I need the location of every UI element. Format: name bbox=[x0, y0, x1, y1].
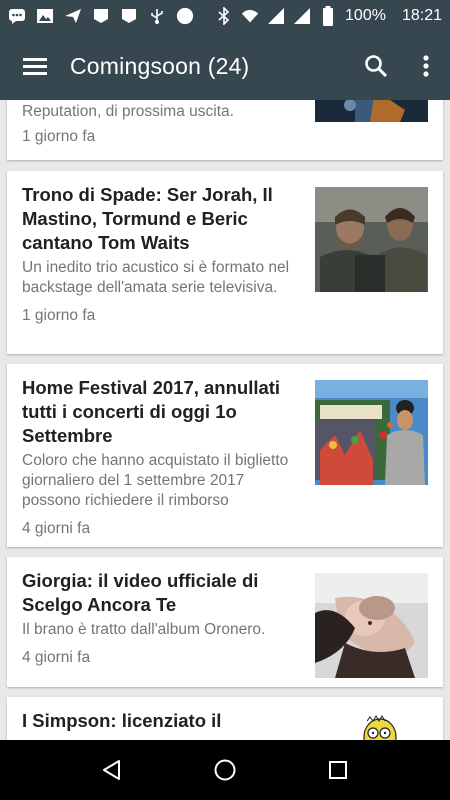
article-description: Coloro che hanno acquistato il biglietto… bbox=[22, 452, 289, 509]
battery-icon bbox=[319, 6, 337, 26]
search-icon bbox=[365, 55, 388, 78]
article-description: Il brano è tratto dall'album Oronero. bbox=[22, 621, 266, 638]
article-card[interactable]: Home Festival 2017, annullati tutti i co… bbox=[7, 364, 443, 547]
overflow-menu-button[interactable] bbox=[402, 32, 450, 100]
send-notification-icon bbox=[64, 8, 82, 24]
article-card[interactable]: I Simpson: licenziato il bbox=[7, 697, 443, 740]
bluetooth-icon bbox=[215, 7, 233, 25]
article-time: 1 giorno fa bbox=[22, 307, 96, 324]
article-list: Reputation, di prossima uscita. 1 giorno… bbox=[0, 100, 450, 740]
signal-icon bbox=[293, 8, 311, 24]
image-notification-icon bbox=[36, 8, 54, 24]
circle-notification-icon bbox=[176, 7, 194, 25]
battery-percentage: 100% bbox=[345, 7, 386, 24]
menu-button[interactable] bbox=[0, 32, 70, 100]
article-thumbnail bbox=[315, 100, 428, 122]
article-description: Reputation, di prossima uscita. bbox=[22, 103, 234, 120]
navigation-bar bbox=[0, 740, 450, 800]
recents-button[interactable] bbox=[318, 750, 358, 790]
article-thumbnail bbox=[315, 573, 428, 678]
back-button[interactable] bbox=[92, 750, 132, 790]
article-thumbnail bbox=[315, 187, 428, 292]
article-card[interactable]: Trono di Spade: Ser Jorah, Il Mastino, T… bbox=[7, 171, 443, 354]
article-time: 4 giorni fa bbox=[22, 520, 91, 537]
recents-square-icon bbox=[329, 761, 348, 779]
shield-notification-icon bbox=[92, 8, 110, 24]
article-title: I Simpson: licenziato il bbox=[22, 710, 222, 731]
article-thumbnail bbox=[315, 380, 428, 485]
article-thumbnail bbox=[315, 713, 428, 740]
more-vert-icon bbox=[423, 55, 429, 77]
article-title: Giorgia: il video ufficiale di Scelgo An… bbox=[22, 570, 259, 615]
article-title: Trono di Spade: Ser Jorah, Il Mastino, T… bbox=[22, 184, 273, 253]
chat-notification-icon bbox=[8, 8, 26, 24]
article-time: 4 giorni fa bbox=[22, 649, 91, 666]
article-time: 1 giorno fa bbox=[22, 128, 96, 145]
article-description: Un inedito trio acustico si è formato ne… bbox=[22, 259, 290, 296]
wifi-icon bbox=[241, 8, 259, 24]
clock: 18:21 bbox=[401, 7, 442, 24]
article-card[interactable]: Giorgia: il video ufficiale di Scelgo An… bbox=[7, 557, 443, 687]
app-title: Comingsoon (24) bbox=[70, 52, 250, 79]
home-circle-icon bbox=[214, 759, 236, 781]
app-bar: Comingsoon (24) bbox=[0, 32, 450, 100]
hamburger-menu-icon bbox=[23, 58, 47, 75]
signal-icon bbox=[267, 8, 285, 24]
home-button[interactable] bbox=[205, 750, 245, 790]
search-button[interactable] bbox=[350, 32, 402, 100]
status-bar: 100% 18:21 bbox=[0, 0, 450, 32]
back-triangle-icon bbox=[102, 760, 120, 780]
usb-icon bbox=[148, 8, 166, 24]
article-card[interactable]: Reputation, di prossima uscita. 1 giorno… bbox=[7, 100, 443, 160]
shield-notification-icon bbox=[120, 8, 138, 24]
article-title: Home Festival 2017, annullati tutti i co… bbox=[22, 377, 281, 446]
